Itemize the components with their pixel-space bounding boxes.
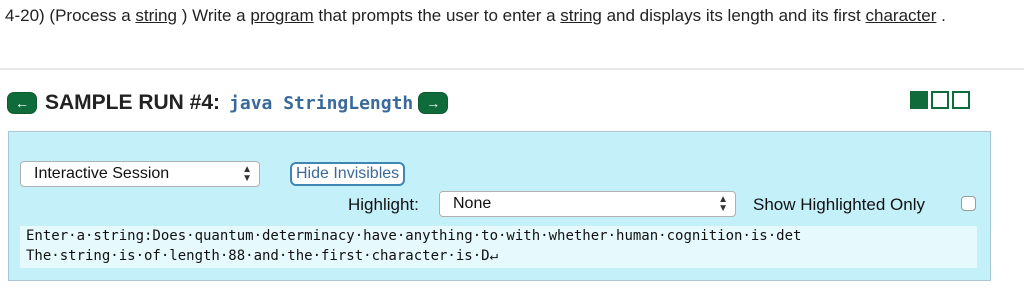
link-string-1[interactable]: string	[135, 6, 177, 25]
problem-text-2: ) Write a	[176, 6, 251, 25]
sample-run-header: ← SAMPLE RUN #4: java StringLength →	[7, 88, 449, 118]
problem-text-4: and displays its length and its first	[601, 6, 866, 25]
link-program[interactable]: program	[250, 6, 313, 25]
link-character[interactable]: character	[866, 6, 937, 25]
view-square-empty-icon[interactable]	[952, 91, 970, 109]
link-string-2[interactable]: string	[560, 6, 602, 25]
session-select-value: Interactive Session	[34, 165, 170, 182]
problem-text-1: 4-20) (Process a	[5, 6, 136, 25]
problem-statement: 4-20) (Process a string ) Write a progra…	[5, 5, 1005, 26]
highlight-select-value: None	[453, 195, 492, 212]
arrow-left-icon: ←	[15, 95, 29, 111]
console-line-1: Enter·a·string:Does·quantum·determinacy·…	[26, 228, 802, 244]
console-output: Enter·a·string:Does·quantum·determinacy·…	[20, 226, 977, 268]
highlight-select[interactable]: None ▲ ▼	[439, 191, 736, 217]
problem-text-5: .	[936, 6, 946, 25]
view-square-filled-icon[interactable]	[910, 91, 928, 109]
console-line-2: The·string·is·of·length·88·and·the·first…	[26, 248, 499, 264]
run-command: java StringLength	[229, 92, 414, 114]
problem-text-3: that prompts the user to enter a	[313, 6, 561, 25]
show-highlighted-only-label: Show Highlighted Only	[753, 195, 925, 214]
session-panel: Interactive Session ▲ ▼ Hide Invisibles H…	[8, 131, 991, 281]
view-toggle-group	[910, 91, 970, 109]
show-highlighted-only-checkbox[interactable]	[961, 196, 976, 211]
previous-run-button[interactable]: ←	[7, 92, 37, 114]
select-arrows-icon: ▲ ▼	[242, 164, 252, 184]
view-square-empty-icon[interactable]	[931, 91, 949, 109]
section-divider	[0, 68, 1024, 70]
next-run-button[interactable]: →	[418, 92, 449, 114]
session-type-select[interactable]: Interactive Session ▲ ▼	[20, 161, 260, 187]
select-arrows-icon: ▲ ▼	[718, 194, 728, 214]
arrow-right-icon: →	[426, 95, 441, 111]
highlight-label: Highlight:	[348, 195, 419, 214]
hide-invisibles-button[interactable]: Hide Invisibles	[290, 162, 406, 186]
sample-run-title: SAMPLE RUN #4:	[45, 91, 221, 114]
